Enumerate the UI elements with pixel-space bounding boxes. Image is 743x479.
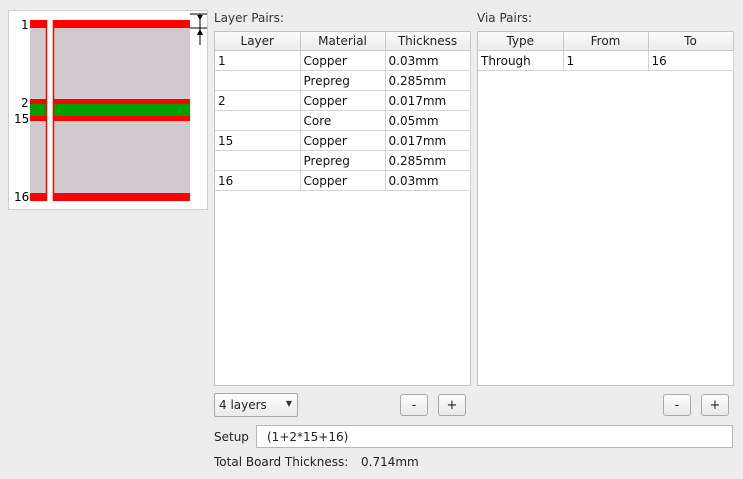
- dimension-arrow-down-icon: [197, 15, 203, 20]
- layer-label-2: 2: [21, 96, 29, 110]
- cell-layer[interactable]: 1: [215, 50, 301, 71]
- column-header-from[interactable]: From: [563, 32, 649, 51]
- column-header-layer[interactable]: Layer: [215, 32, 301, 51]
- table-row[interactable]: Through 1 16: [478, 50, 734, 71]
- cell-thickness[interactable]: 0.017mm: [385, 130, 471, 151]
- setup-input[interactable]: (1+2*15+16): [256, 425, 733, 448]
- column-header-to[interactable]: To: [648, 32, 734, 51]
- table-row[interactable]: 15 Copper 0.017mm: [215, 130, 471, 151]
- dielectric-upper-left: [30, 28, 46, 100]
- dielectric-lower-left: [30, 121, 46, 193]
- via-pairs-title: Via Pairs:: [477, 11, 533, 25]
- layer-label-16: 16: [14, 190, 30, 204]
- dielectric-upper-right: [54, 28, 190, 100]
- via-pairs-grid[interactable]: Type From To Through 1 16: [477, 31, 734, 386]
- via-pairs-table: Type From To Through 1 16: [478, 32, 734, 71]
- table-row[interactable]: 2 Copper 0.017mm: [215, 90, 471, 111]
- cell-material[interactable]: Copper: [300, 50, 386, 71]
- copper-layer-1-right: [54, 20, 190, 28]
- core-left: [30, 104, 46, 116]
- copper-layer-15-left: [30, 116, 46, 121]
- layer-count-select[interactable]: 4 layers ▼: [214, 393, 298, 417]
- cell-material[interactable]: Prepreg: [300, 70, 386, 91]
- layer-pairs-grid[interactable]: Layer Material Thickness 1 Copper 0.03mm…: [214, 31, 471, 386]
- cell-material[interactable]: Copper: [300, 170, 386, 191]
- total-thickness-value: 0.714mm: [361, 455, 419, 469]
- cell-thickness[interactable]: 0.285mm: [385, 70, 471, 91]
- cell-material[interactable]: Prepreg: [300, 150, 386, 171]
- add-layer-button[interactable]: +: [438, 394, 466, 416]
- layer-pairs-table: Layer Material Thickness 1 Copper 0.03mm…: [215, 32, 471, 191]
- cell-material[interactable]: Copper: [300, 130, 386, 151]
- dimension-arrow-up-icon: [197, 29, 203, 35]
- via-pairs-header-row: Type From To: [478, 32, 734, 51]
- layer-count-value: 4 layers: [219, 398, 267, 412]
- table-row[interactable]: Core 0.05mm: [215, 110, 471, 131]
- column-header-material[interactable]: Material: [300, 32, 386, 51]
- stackup-preview: 1 2 15 16: [8, 10, 208, 210]
- cell-layer[interactable]: [215, 70, 301, 91]
- copper-layer-2-left: [30, 99, 46, 104]
- cell-layer[interactable]: [215, 150, 301, 171]
- dropdown-arrow-icon: ▼: [285, 399, 292, 408]
- cell-thickness[interactable]: 0.285mm: [385, 150, 471, 171]
- table-row[interactable]: 16 Copper 0.03mm: [215, 170, 471, 191]
- cell-material[interactable]: Copper: [300, 90, 386, 111]
- cell-layer[interactable]: 2: [215, 90, 301, 111]
- remove-via-button[interactable]: -: [663, 394, 691, 416]
- cell-thickness[interactable]: 0.03mm: [385, 50, 471, 71]
- cell-layer[interactable]: 16: [215, 170, 301, 191]
- column-header-thickness[interactable]: Thickness: [385, 32, 471, 51]
- layer-label-1: 1: [21, 18, 29, 32]
- core-right: [54, 104, 190, 116]
- cell-from[interactable]: 1: [563, 50, 649, 71]
- copper-layer-16-left: [30, 193, 46, 201]
- stackup-diagram: [30, 13, 207, 201]
- copper-layer-16-right: [54, 193, 190, 201]
- layer-pairs-title: Layer Pairs:: [214, 11, 284, 25]
- cell-type[interactable]: Through: [478, 50, 564, 71]
- table-row[interactable]: 1 Copper 0.03mm: [215, 50, 471, 71]
- copper-layer-1-left: [30, 20, 46, 28]
- remove-layer-button[interactable]: -: [400, 394, 428, 416]
- dielectric-lower-right: [54, 121, 190, 193]
- cell-thickness[interactable]: 0.05mm: [385, 110, 471, 131]
- cell-layer[interactable]: 15: [215, 130, 301, 151]
- cell-to[interactable]: 16: [648, 50, 734, 71]
- cell-layer[interactable]: [215, 110, 301, 131]
- cell-thickness[interactable]: 0.03mm: [385, 170, 471, 191]
- table-row[interactable]: Prepreg 0.285mm: [215, 150, 471, 171]
- setup-label: Setup: [214, 430, 249, 444]
- cell-thickness[interactable]: 0.017mm: [385, 90, 471, 111]
- add-via-button[interactable]: +: [701, 394, 729, 416]
- total-thickness-label: Total Board Thickness:: [214, 455, 349, 469]
- copper-layer-15-right: [54, 116, 190, 121]
- column-header-type[interactable]: Type: [478, 32, 564, 51]
- layer-label-15: 15: [14, 112, 30, 126]
- copper-layer-2-right: [54, 99, 190, 104]
- table-row[interactable]: Prepreg 0.285mm: [215, 70, 471, 91]
- layer-pairs-header-row: Layer Material Thickness: [215, 32, 471, 51]
- cell-material[interactable]: Core: [300, 110, 386, 131]
